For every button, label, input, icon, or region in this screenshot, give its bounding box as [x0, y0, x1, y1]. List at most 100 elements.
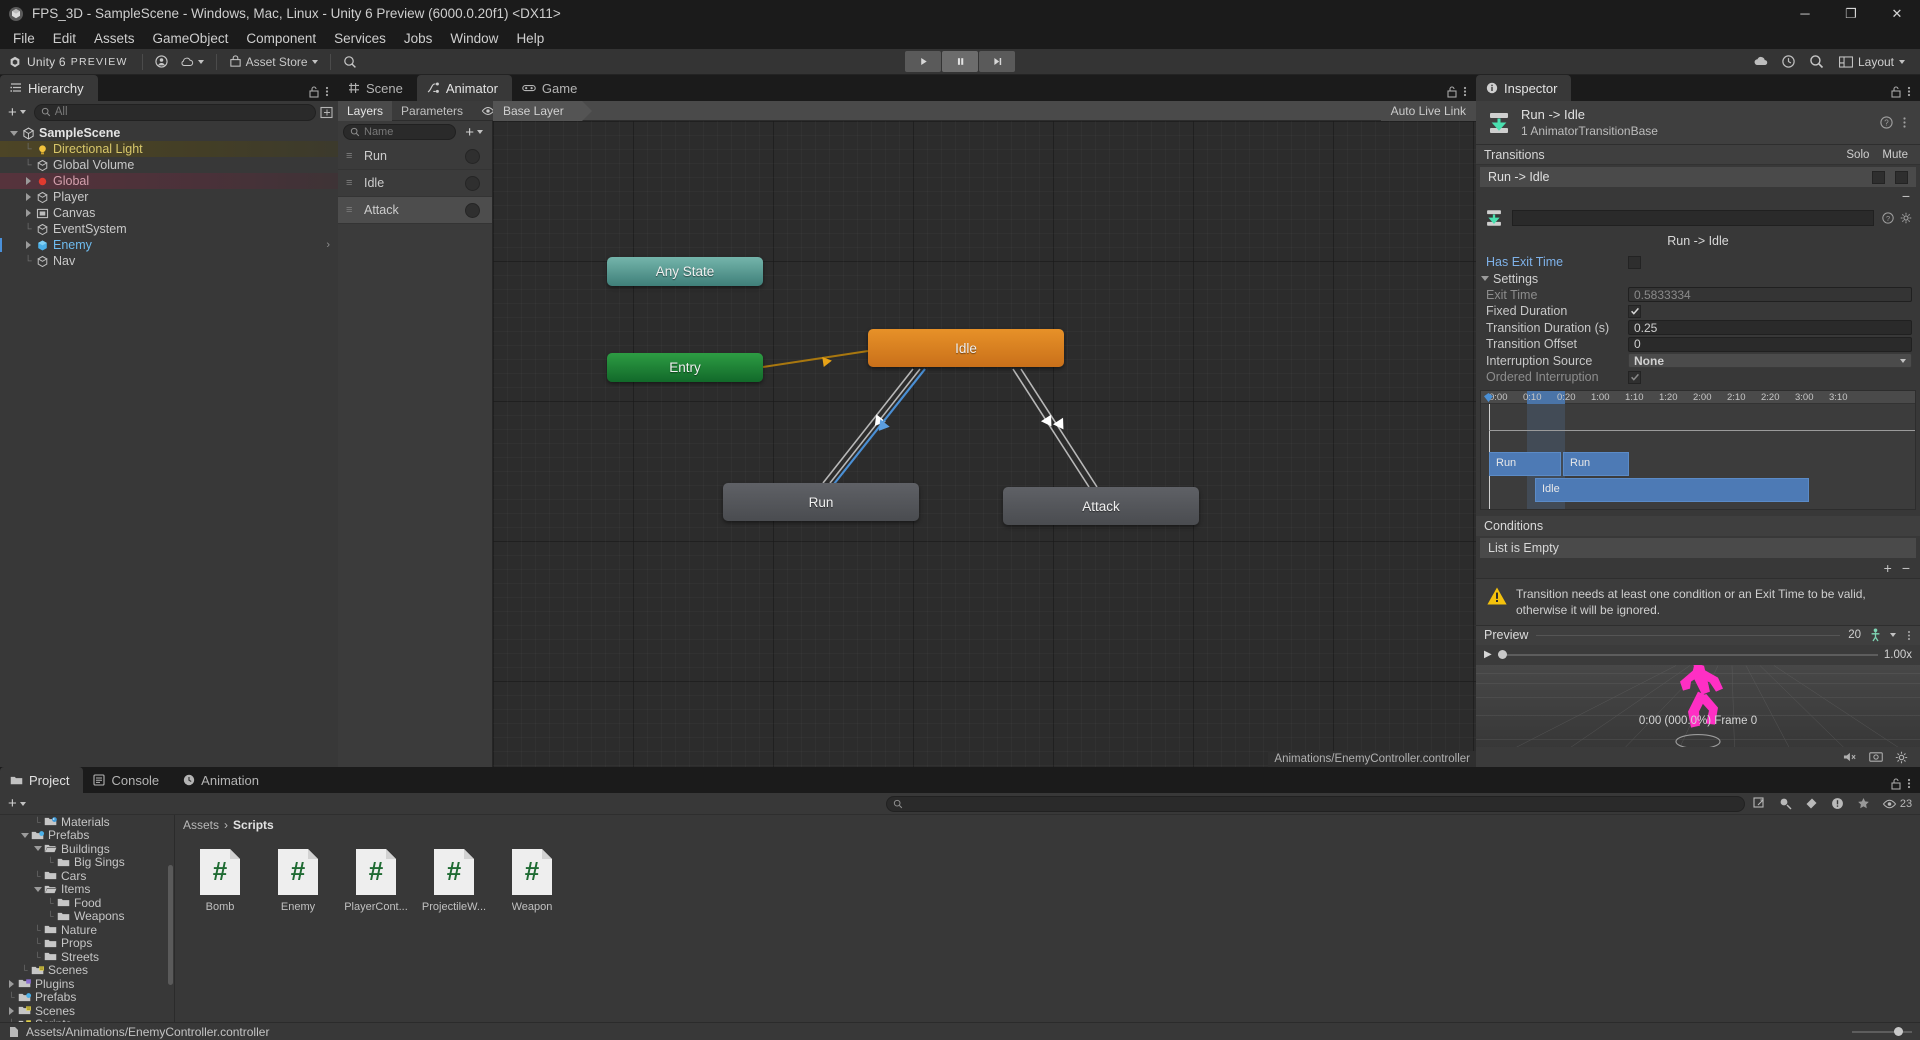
menu-gameobject[interactable]: GameObject — [144, 28, 238, 49]
expand-arrow[interactable]: └ — [32, 952, 43, 962]
pause-button[interactable] — [942, 51, 978, 72]
expand-arrow[interactable] — [32, 846, 43, 852]
lock-icon[interactable] — [308, 85, 320, 98]
history-icon[interactable] — [1776, 51, 1802, 72]
chevron-right-icon[interactable]: › — [326, 239, 338, 251]
expand-arrow[interactable]: └ — [6, 1019, 17, 1022]
expand-arrow[interactable]: └ — [32, 871, 43, 881]
expand-arrow[interactable] — [19, 832, 30, 838]
settings-icon[interactable] — [1895, 751, 1908, 764]
setting-value-field[interactable]: 0 — [1628, 336, 1912, 352]
timeline-start-marker[interactable] — [1483, 392, 1494, 403]
tab-inspector[interactable]: Inspector — [1476, 75, 1572, 101]
tab-animation[interactable]: Animation — [173, 767, 273, 793]
lock-icon[interactable] — [1890, 777, 1902, 790]
project-folder-weapons[interactable]: └ Weapons — [0, 909, 174, 923]
setting-row-fixed-duration[interactable]: Fixed Duration — [1476, 303, 1920, 320]
animator-node-run[interactable]: Run — [723, 483, 919, 521]
menu-help[interactable]: Help — [507, 28, 553, 49]
expand-arrow[interactable] — [8, 130, 20, 136]
tab-animator[interactable]: Animator — [416, 75, 512, 101]
transition-name-input[interactable] — [1512, 210, 1874, 226]
close-button[interactable]: ✕ — [1874, 0, 1920, 27]
expand-arrow[interactable]: └ — [45, 898, 56, 908]
preset-icon[interactable] — [1899, 116, 1910, 129]
project-folder-scripts[interactable]: └ Scripts — [0, 1017, 174, 1022]
preview-viewport[interactable]: 0:00 (000.0%) Frame 0 — [1476, 664, 1920, 747]
project-folder-materials[interactable]: └ Materials — [0, 815, 174, 829]
asset-item[interactable]: # PlayerCont... — [344, 847, 408, 913]
minimize-button[interactable]: ─ — [1782, 0, 1828, 27]
kebab-menu-icon[interactable] — [1904, 777, 1914, 790]
layer-weight-knob[interactable] — [465, 148, 480, 164]
expand-arrow[interactable] — [6, 979, 17, 988]
project-folder-big-sings[interactable]: └ Big Sings — [0, 855, 174, 869]
expand-arrow[interactable] — [6, 1006, 17, 1015]
menu-edit[interactable]: Edit — [44, 28, 85, 49]
project-add-button[interactable]: + — [4, 795, 30, 813]
asset-item[interactable]: # Bomb — [189, 847, 251, 913]
transition-row[interactable]: Run -> Idle — [1480, 167, 1916, 187]
project-assets-grid[interactable]: # Bomb # Enemy # PlayerCont... # ProjectileW...… — [175, 835, 1920, 1022]
tab-console[interactable]: Console — [83, 767, 173, 793]
animator-node-idle[interactable]: Idle — [868, 329, 1064, 367]
hierarchy-item-player[interactable]: Player — [0, 189, 338, 205]
layout-button[interactable]: Layout — [1832, 51, 1912, 72]
menu-window[interactable]: Window — [441, 28, 507, 49]
setting-row-interruption-source[interactable]: Interruption Source None — [1476, 353, 1920, 370]
kebab-menu-icon[interactable] — [1904, 85, 1914, 98]
menu-assets[interactable]: Assets — [85, 28, 144, 49]
asset-item[interactable]: # Enemy — [267, 847, 329, 913]
project-folder-scenes[interactable]: └ Scenes — [0, 963, 174, 977]
expand-arrow[interactable]: └ — [45, 857, 56, 867]
hierarchy-item-samplescene[interactable]: SampleScene — [0, 125, 338, 141]
project-folder-plugins[interactable]: Plugins — [0, 977, 174, 991]
animator-layers-list[interactable]: ≡ Run ≡ Idle ≡ Attack — [338, 143, 492, 224]
preview-options-icon[interactable] — [1904, 629, 1914, 642]
has-exit-time-row[interactable]: Has Exit Time — [1476, 254, 1920, 271]
menu-file[interactable]: File — [4, 28, 44, 49]
project-breadcrumb[interactable]: Assets › Scripts — [175, 815, 1920, 835]
expand-arrow[interactable]: └ — [32, 938, 43, 948]
animator-node-attack[interactable]: Attack — [1003, 487, 1199, 525]
status-slider[interactable] — [1852, 1026, 1912, 1036]
setting-checkbox[interactable] — [1628, 370, 1641, 384]
maximize-button[interactable]: ❐ — [1828, 0, 1874, 27]
setting-value-field[interactable]: 0.5833334 — [1628, 287, 1912, 303]
project-tree-scrollbar[interactable] — [168, 865, 173, 985]
hierarchy-expand-icon[interactable] — [320, 106, 334, 119]
tab-game[interactable]: Game — [512, 75, 591, 101]
animator-layer-attack[interactable]: ≡ Attack — [338, 197, 492, 224]
gear-icon[interactable] — [1900, 212, 1912, 224]
favorite-icon[interactable] — [1852, 795, 1875, 813]
expand-arrow[interactable] — [22, 241, 34, 249]
expand-arrow[interactable]: └ — [6, 992, 17, 1002]
expand-arrow[interactable]: └ — [22, 160, 34, 171]
breadcrumb-base-layer[interactable]: Base Layer — [493, 100, 592, 121]
transition-timeline[interactable]: 0:00 0:10 0:20 1:00 1:10 1:20 2:00 2:10 2:20 3:00… — [1480, 389, 1916, 510]
menu-jobs[interactable]: Jobs — [395, 28, 442, 49]
has-exit-time-checkbox[interactable] — [1628, 255, 1641, 269]
setting-row-transition-duration-s[interactable]: Transition Duration (s) 0.25 — [1476, 320, 1920, 337]
hierarchy-item-canvas[interactable]: Canvas — [0, 205, 338, 221]
hierarchy-item-global[interactable]: Global — [0, 173, 338, 189]
expand-arrow[interactable]: └ — [32, 925, 43, 935]
hierarchy-item-eventsystem[interactable]: └ EventSystem — [0, 221, 338, 237]
project-folder-tree[interactable]: └ Materials Prefabs Buildings └ Big Sings └ Car… — [0, 815, 175, 1022]
hierarchy-tree[interactable]: SampleScene └ Directional Light └ Global Vol… — [0, 123, 338, 767]
preview-play-button[interactable]: ▶ — [1484, 649, 1492, 660]
expand-arrow[interactable] — [22, 177, 34, 185]
render-icon[interactable] — [1869, 751, 1883, 763]
project-folder-prefabs[interactable]: Prefabs — [0, 828, 174, 842]
project-folder-props[interactable]: └ Props — [0, 936, 174, 950]
help-icon[interactable]: ? — [1880, 116, 1893, 129]
search-toolbar-button[interactable] — [337, 52, 363, 72]
kebab-menu-icon[interactable] — [1460, 85, 1470, 98]
timeline-canvas[interactable]: Run Run Idle — [1481, 403, 1915, 509]
layer-weight-knob[interactable] — [465, 175, 480, 191]
project-folder-items[interactable]: Items — [0, 882, 174, 896]
preview-scrubber-knob[interactable] — [1497, 649, 1507, 659]
step-button[interactable] — [979, 51, 1015, 72]
mute-icon[interactable] — [1843, 751, 1857, 763]
expand-arrow[interactable] — [22, 209, 34, 217]
